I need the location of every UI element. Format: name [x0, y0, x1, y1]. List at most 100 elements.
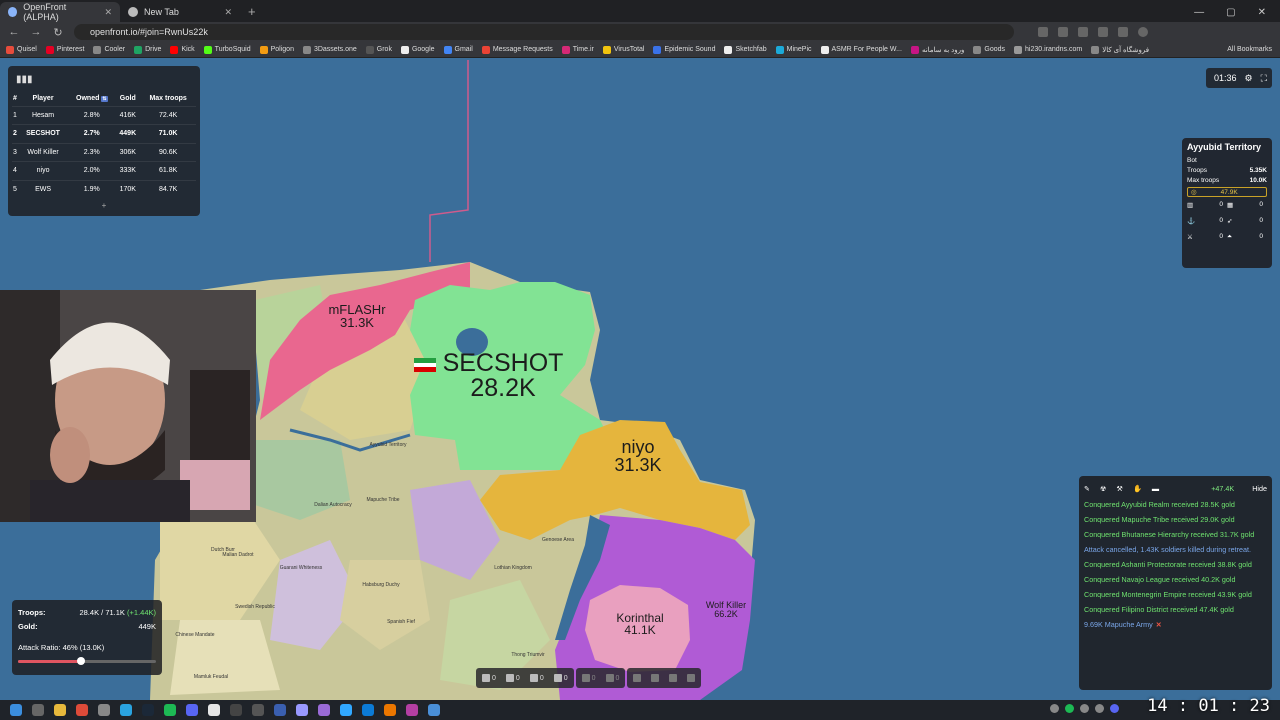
build-city-button[interactable]: 0 [482, 674, 496, 682]
app-icon[interactable] [208, 704, 220, 716]
app-icon[interactable] [406, 704, 418, 716]
file-explorer-icon[interactable] [54, 704, 66, 716]
back-icon[interactable]: ← [8, 26, 20, 38]
app-icon[interactable] [98, 704, 110, 716]
all-bookmarks-button[interactable]: All Bookmarks [1227, 46, 1280, 53]
leaderboard-row[interactable]: 4 niyo 2.0% 333K 61.8K [12, 161, 196, 181]
tray-icon[interactable] [1095, 704, 1104, 713]
bookmark-item[interactable]: ASMR For People W... [820, 45, 902, 54]
bookmark-favicon-icon [6, 45, 14, 54]
blender-icon[interactable] [384, 704, 396, 716]
bookmark-item[interactable]: TurboSquid [203, 45, 251, 54]
close-window-icon[interactable]: ✕ [1258, 7, 1266, 18]
minimize-icon[interactable]: — [1194, 7, 1204, 18]
bookmark-item[interactable]: Quisel [6, 45, 37, 54]
bookmark-item[interactable]: Gmail [443, 45, 473, 54]
bookmark-item[interactable]: Kick [170, 45, 195, 54]
handshake-icon[interactable]: ✋ [1133, 484, 1142, 493]
bookmark-item[interactable]: Cooler [93, 45, 125, 54]
bookmark-item[interactable]: فروشگاه آی کالا [1091, 45, 1149, 54]
leaderboard-row[interactable]: 3 Wolf Killer 2.3% 306K 90.6K [12, 143, 196, 162]
bookmark-item[interactable]: hi230.irandns.com [1014, 45, 1082, 54]
extension-icon[interactable] [1038, 27, 1048, 37]
chat-icon[interactable]: ▬ [1152, 484, 1159, 493]
bookmark-item[interactable]: Google [400, 45, 435, 54]
leaderboard-row[interactable]: 1 Hesam 2.8% 416K 72.4K [12, 106, 196, 125]
leaderboard-row[interactable]: 2 SECSHOT 2.7% 449K 71.0K [12, 124, 196, 144]
forward-icon[interactable]: → [30, 26, 42, 38]
build-port-button[interactable]: 0 [529, 674, 544, 682]
bookmark-item[interactable]: Poligon [259, 45, 294, 54]
url-field[interactable]: openfront.io/#join=RwnUs22k [74, 24, 1014, 40]
app-icon[interactable] [252, 704, 264, 716]
new-tab-button[interactable]: + [240, 2, 264, 22]
app-icon[interactable] [362, 704, 374, 716]
expand-leaderboard-button[interactable]: + [12, 201, 196, 210]
windows-start-icon[interactable] [10, 704, 22, 716]
maximize-icon[interactable]: ▢ [1226, 7, 1235, 18]
bookmark-item[interactable]: Goods [973, 45, 1005, 54]
tray-icon[interactable] [1050, 704, 1059, 713]
trade-icon[interactable]: ⚒ [1116, 484, 1122, 493]
header-owned[interactable]: Owned ⇅ [68, 92, 115, 106]
incoming-attack[interactable]: 9.69K Mapuche Army ✕ [1084, 620, 1267, 630]
tab-close-icon[interactable]: ✕ [224, 7, 232, 18]
warship-button[interactable] [633, 674, 642, 682]
bookmark-item[interactable]: Message Requests [481, 45, 553, 54]
nuke-icon[interactable]: ☢ [1100, 484, 1106, 493]
atom-bomb-button[interactable] [651, 674, 660, 682]
telegram-icon[interactable] [120, 704, 132, 716]
tab-new-tab[interactable]: New Tab ✕ [120, 2, 240, 22]
tray-icon[interactable] [1080, 704, 1089, 713]
header-max-troops[interactable]: Max troops [140, 92, 196, 106]
fullscreen-icon[interactable]: ⛶ [1261, 73, 1267, 84]
bookmark-item[interactable]: Grok [365, 45, 392, 54]
bar-chart-icon[interactable]: ▮▮▮ [16, 74, 196, 86]
bookmark-item[interactable]: 3Dassets.one [302, 45, 357, 54]
steam-icon[interactable] [142, 704, 154, 716]
discord-icon[interactable] [186, 704, 198, 716]
pencil-icon[interactable]: ✎ [1084, 484, 1090, 493]
app-icon[interactable] [428, 704, 440, 716]
leaderboard-row[interactable]: 5 EWS 1.9% 170K 84.7K [12, 180, 196, 199]
bookmark-item[interactable]: MinePic [775, 45, 812, 54]
premiere-icon[interactable] [318, 704, 330, 716]
tab-openfront[interactable]: OpenFront (ALPHA) ✕ [0, 2, 120, 22]
cancel-attack-icon[interactable]: ✕ [1156, 620, 1162, 629]
header-gold[interactable]: Gold [115, 92, 140, 106]
build-factory-button[interactable]: 0 [505, 674, 520, 682]
sort-icon[interactable]: ⇅ [101, 96, 108, 103]
search-icon[interactable] [32, 704, 44, 716]
build-missile-button[interactable]: 0 [581, 674, 596, 682]
tray-icon[interactable] [1110, 704, 1119, 713]
mirv-button[interactable] [687, 674, 696, 682]
profile-icon[interactable] [1138, 27, 1148, 37]
build-defense-button[interactable]: 0 [553, 674, 568, 682]
attack-ratio-slider[interactable] [18, 657, 156, 665]
hide-button[interactable]: Hide [1252, 484, 1267, 493]
reload-icon[interactable]: ↻ [52, 26, 64, 39]
bookmark-item[interactable]: Epidemic Sound [653, 45, 715, 54]
bookmark-item[interactable]: ورود به سامانه [910, 45, 964, 54]
spotify-icon[interactable] [164, 704, 176, 716]
bookmark-item[interactable]: Pinterest [45, 45, 84, 54]
chrome-icon[interactable] [76, 704, 88, 716]
extension-icon[interactable] [1098, 27, 1108, 37]
tray-icon[interactable] [1065, 704, 1074, 713]
build-sam-button[interactable]: 0 [605, 674, 619, 682]
app-icon[interactable] [230, 704, 242, 716]
settings-gear-icon[interactable]: ⚙ [1245, 73, 1253, 84]
extension-icon[interactable] [1058, 27, 1068, 37]
slider-handle[interactable] [77, 657, 86, 665]
hydrogen-bomb-button[interactable] [669, 674, 678, 682]
bookmark-item[interactable]: VirusTotal [602, 45, 644, 54]
extension-icon[interactable] [1118, 27, 1128, 37]
app-icon[interactable] [274, 704, 286, 716]
bookmark-item[interactable]: Time.ir [561, 45, 594, 54]
photoshop-icon[interactable] [340, 704, 352, 716]
bookmark-item[interactable]: Drive [134, 45, 161, 54]
extension-icon[interactable] [1078, 27, 1088, 37]
bookmark-item[interactable]: Sketchfab [724, 45, 767, 54]
tab-close-icon[interactable]: ✕ [104, 7, 112, 18]
after-effects-icon[interactable] [296, 704, 308, 716]
